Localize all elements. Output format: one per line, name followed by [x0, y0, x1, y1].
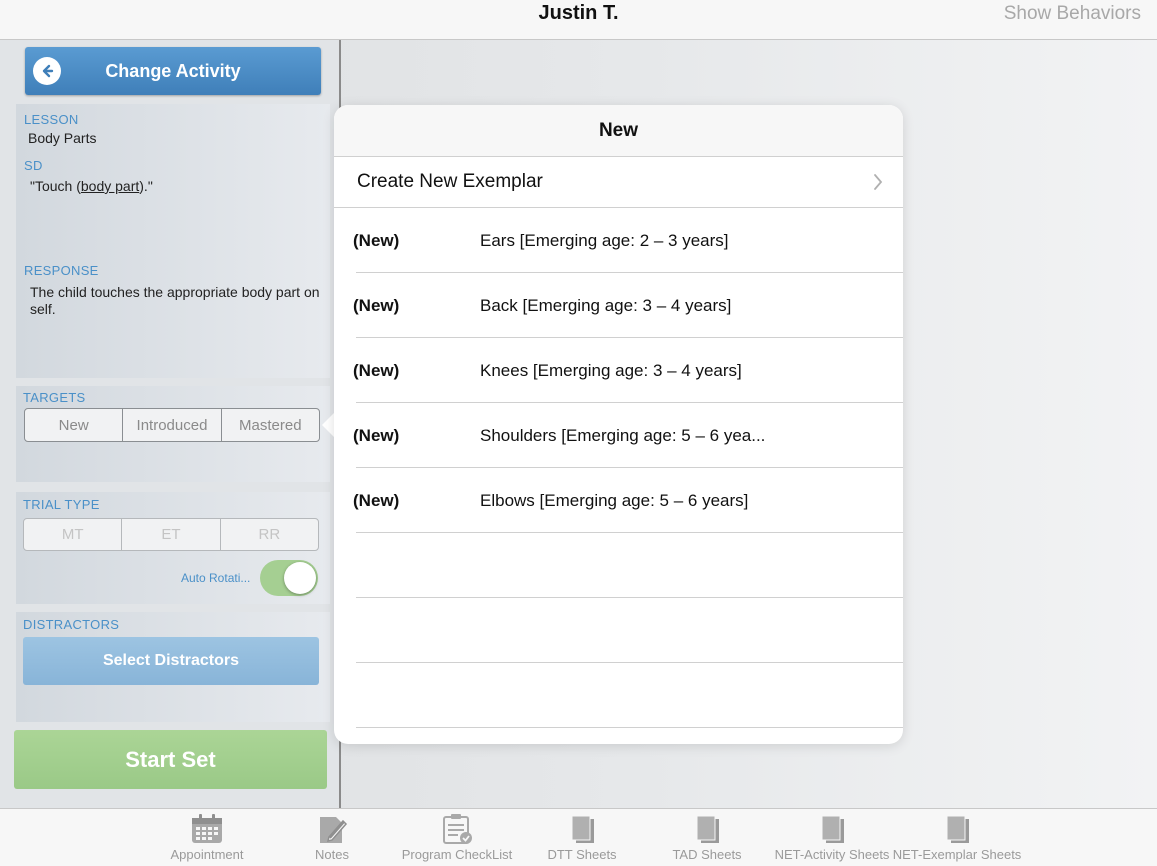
tab-notes[interactable]: Notes	[302, 809, 362, 866]
bottom-tab-bar: Appointment Notes Program CheckList DTT …	[0, 808, 1157, 866]
trial-type-segmented-control: MT ET RR	[23, 518, 319, 551]
trial-type-et-segment[interactable]: ET	[122, 519, 221, 550]
sd-suffix: )."	[139, 178, 153, 194]
toggle-knob	[284, 562, 316, 594]
tab-label: NET-Exemplar Sheets	[892, 847, 1022, 862]
sheets-icon	[571, 815, 594, 843]
back-arrow-icon	[33, 57, 61, 85]
lesson-label: LESSON	[24, 112, 79, 127]
show-behaviors-button[interactable]: Show Behaviors	[1004, 3, 1141, 25]
exemplar-row[interactable]: (New) Back [Emerging age: 3 – 4 years]	[353, 273, 903, 338]
tab-appointment[interactable]: Appointment	[167, 809, 247, 866]
notes-icon	[320, 817, 348, 843]
tab-label: Appointment	[170, 847, 244, 862]
tab-tad-sheets[interactable]: TAD Sheets	[667, 809, 747, 866]
exemplar-status: (New)	[353, 296, 400, 315]
exemplar-row[interactable]: (New) Ears [Emerging age: 2 – 3 years]	[353, 208, 903, 273]
exemplar-label: Knees [Emerging age: 3 – 4 years]	[480, 361, 742, 380]
exemplar-row[interactable]: (New) Knees [Emerging age: 3 – 4 years]	[353, 338, 903, 403]
exemplar-row[interactable]: (New) Shoulders [Emerging age: 5 – 6 yea…	[353, 403, 903, 468]
top-nav-bar: Justin T. Show Behaviors	[0, 0, 1157, 40]
create-new-exemplar-row[interactable]: Create New Exemplar	[334, 157, 903, 208]
tab-net-exemplar-sheets[interactable]: NET-Exemplar Sheets	[892, 809, 1022, 866]
popover-title: New	[334, 105, 903, 157]
checklist-icon	[443, 814, 472, 844]
sheets-icon	[696, 815, 719, 843]
trial-type-rr-segment[interactable]: RR	[221, 519, 318, 550]
sd-label: SD	[24, 158, 43, 173]
create-new-exemplar-label: Create New Exemplar	[357, 171, 543, 192]
lesson-value: Body Parts	[28, 130, 97, 146]
distractors-label: DISTRACTORS	[23, 617, 120, 632]
trial-type-mt-segment[interactable]: MT	[24, 519, 123, 550]
response-label: RESPONSE	[24, 263, 99, 278]
tab-dtt-sheets[interactable]: DTT Sheets	[542, 809, 622, 866]
calendar-icon	[192, 814, 222, 843]
start-set-button[interactable]: Start Set	[14, 730, 327, 789]
change-activity-label: Change Activity	[105, 60, 241, 81]
targets-mastered-segment[interactable]: Mastered	[222, 409, 319, 441]
empty-row	[356, 598, 903, 663]
exemplar-status: (New)	[353, 361, 400, 380]
chevron-right-icon	[874, 174, 883, 190]
tab-label: Program CheckList	[401, 847, 513, 862]
targets-new-segment[interactable]: New	[25, 409, 124, 441]
tab-net-activity-sheets[interactable]: NET-Activity Sheets	[772, 809, 892, 866]
exemplar-label: Elbows [Emerging age: 5 – 6 years]	[480, 491, 749, 510]
empty-row	[356, 663, 903, 728]
sd-prefix: "Touch (	[30, 178, 81, 194]
exemplar-label: Shoulders [Emerging age: 5 – 6 yea...	[480, 426, 766, 445]
response-value: The child touches the appropriate body p…	[30, 284, 320, 317]
exemplar-status: (New)	[353, 231, 400, 250]
auto-rotation-toggle[interactable]	[260, 560, 318, 596]
exemplar-row[interactable]: (New) Elbows [Emerging age: 5 – 6 years]	[353, 468, 903, 533]
nav-title: Justin T.	[538, 2, 619, 24]
select-distractors-button[interactable]: Select Distractors	[23, 637, 319, 685]
targets-label: TARGETS	[23, 390, 86, 405]
tab-label: DTT Sheets	[547, 847, 617, 862]
tab-label: TAD Sheets	[672, 847, 742, 862]
sheets-icon	[821, 815, 844, 843]
auto-rotation-label: Auto Rotati...	[181, 571, 251, 585]
exemplar-status: (New)	[353, 426, 400, 445]
exemplar-label: Back [Emerging age: 3 – 4 years]	[480, 296, 732, 315]
exemplar-popover: New Create New Exemplar (New) Ears [Emer…	[334, 105, 903, 744]
exemplar-status: (New)	[353, 491, 400, 510]
change-activity-button[interactable]: Change Activity	[25, 47, 321, 95]
targets-introduced-segment[interactable]: Introduced	[123, 409, 222, 441]
sheets-icon	[946, 815, 969, 843]
tab-label: NET-Activity Sheets	[774, 847, 890, 862]
sd-value: "Touch (body part)."	[30, 178, 153, 195]
targets-segmented-control: New Introduced Mastered	[24, 408, 320, 442]
sd-body-part-link[interactable]: body part	[81, 178, 139, 194]
tab-label: Notes	[315, 847, 349, 862]
trial-type-label: TRIAL TYPE	[23, 497, 100, 512]
exemplar-label: Ears [Emerging age: 2 – 3 years]	[480, 231, 729, 250]
lesson-card: LESSON Body Parts SD "Touch (body part).…	[16, 104, 330, 378]
activity-sidebar: Change Activity LESSON Body Parts SD "To…	[0, 40, 341, 808]
empty-row	[356, 533, 903, 598]
tab-program-checklist[interactable]: Program CheckList	[397, 809, 517, 866]
